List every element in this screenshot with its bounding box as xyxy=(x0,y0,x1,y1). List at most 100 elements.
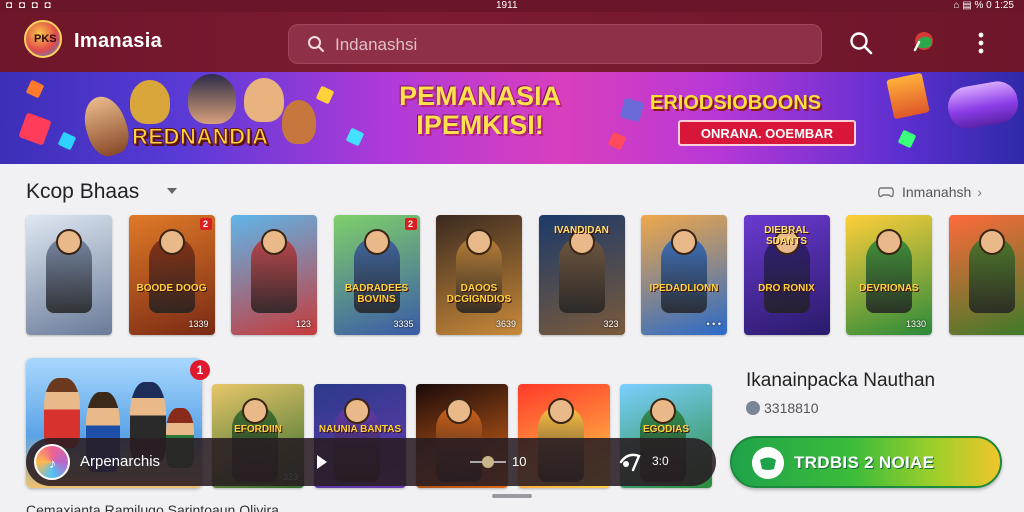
media-player-bar[interactable]: ♪ Arpenarchis 10 3:0 xyxy=(26,438,716,486)
banner-hero-figure xyxy=(282,100,316,144)
search-icon xyxy=(308,36,324,52)
game-card[interactable]: IVANDIDAN 323 xyxy=(538,215,625,335)
card-meta: 123 xyxy=(295,319,311,329)
see-all-label: Inmanahsh xyxy=(902,184,972,200)
banner-cylinder-decoration xyxy=(944,78,1022,132)
status-bar: ◘ ◘ ◘ ◘ 1911 ⌂ ▤ % 0 1:25 xyxy=(0,0,1024,12)
banner-gem-decoration xyxy=(25,79,45,99)
card-character-head xyxy=(466,229,492,255)
card-badge: 2 xyxy=(199,218,212,230)
card-title: DAOOS DCGIGNDIOS xyxy=(446,283,512,305)
banner-headline-line2: IPEMKISI! xyxy=(416,110,544,140)
card-top-title: DIEBRAL SDANTS xyxy=(764,225,809,247)
game-card[interactable] xyxy=(948,215,1024,335)
card-meta: 3335 xyxy=(393,319,414,329)
card-title: EGODIAS xyxy=(642,424,690,435)
app-header: PKS Imanasia xyxy=(0,12,1024,72)
download-count-icon xyxy=(746,401,760,415)
flag-icon[interactable] xyxy=(910,30,936,56)
card-character-head xyxy=(548,398,574,424)
banner-headline: PEMANASIA IPEMKISI! xyxy=(380,82,580,140)
card-title: EFORDIIN xyxy=(234,424,282,435)
card-title: NAUNIA BANTAS xyxy=(318,424,402,435)
status-right-icons: ⌂ ▤ % 0 1:25 xyxy=(953,0,1014,11)
banner-cube-decoration xyxy=(886,72,930,120)
banner-cube-decoration xyxy=(18,112,52,146)
player-time: 3:0 xyxy=(652,454,669,468)
app-root: ◘ ◘ ◘ ◘ 1911 ⌂ ▤ % 0 1:25 PKS Imanasia I… xyxy=(0,0,1024,512)
card-meta: 1330 xyxy=(905,319,926,329)
volume-slider[interactable] xyxy=(468,455,508,469)
card-character-head xyxy=(158,229,185,255)
home-indicator[interactable] xyxy=(492,494,532,498)
search-bar[interactable] xyxy=(288,24,822,64)
card-character-head xyxy=(261,229,287,255)
game-card[interactable]: DIEBRAL SDANTS DRO RONIX xyxy=(743,215,830,335)
banner-cube-decoration xyxy=(619,97,645,123)
player-track-name: Arpenarchis xyxy=(80,453,161,470)
card-title: IPEDADLIONN xyxy=(649,283,719,294)
search-input[interactable] xyxy=(335,33,805,57)
card-title: DEVRIONAS xyxy=(859,283,919,294)
banner-headline-line1: PEMANASIA xyxy=(398,81,561,111)
card-character-head xyxy=(363,229,390,255)
banner-left-title: REDNANDIA xyxy=(132,124,269,150)
card-title: BOODE DOOG xyxy=(136,283,207,294)
app-logo[interactable]: PKS xyxy=(24,20,62,58)
game-card[interactable]: 123 xyxy=(231,215,317,335)
featured-meta: 3318810 xyxy=(746,400,819,416)
card-top-title: IVANDIDAN xyxy=(554,225,609,236)
banner-gem-decoration xyxy=(57,131,77,151)
banner-promo-box: ONRANA. OOEMBAR xyxy=(678,120,856,146)
banner-hero-figure xyxy=(130,80,170,124)
cast-icon[interactable] xyxy=(618,450,642,472)
card-character-head xyxy=(56,229,82,255)
banner-hero-figure xyxy=(244,78,284,122)
card-meta: 323 xyxy=(603,319,619,329)
game-card[interactable] xyxy=(26,215,112,335)
gamepad-icon xyxy=(752,447,784,479)
featured-meta-value: 3318810 xyxy=(764,400,819,416)
game-card[interactable]: BADRADEES BOVINS 3335 2 xyxy=(333,215,420,335)
card-badge: 2 xyxy=(404,218,417,230)
volume-label: 10 xyxy=(512,454,527,469)
game-card[interactable]: DEVRIONAS 1330 xyxy=(846,215,932,335)
app-title: Imanasia xyxy=(74,30,163,52)
app-logo-text: PKS xyxy=(34,33,57,45)
card-title: DRO RONIX xyxy=(758,283,815,294)
search-button-icon[interactable] xyxy=(848,30,874,56)
banner-gem-decoration xyxy=(607,131,627,151)
see-all-link[interactable]: Inmanahsh › xyxy=(878,184,982,200)
music-app-icon[interactable]: ♪ xyxy=(34,444,70,480)
card-character-head xyxy=(344,398,370,424)
banner-hero-figure xyxy=(77,91,135,161)
status-time: 1911 xyxy=(496,0,518,11)
more-vertical-icon[interactable] xyxy=(968,30,994,56)
card-character-head xyxy=(978,229,1005,255)
music-app-glyph: ♪ xyxy=(49,455,56,471)
status-left-icons: ◘ ◘ ◘ ◘ xyxy=(6,0,53,11)
install-button[interactable]: TRDBIS 2 NOIAE xyxy=(730,436,1002,488)
card-character-head xyxy=(446,398,472,424)
play-icon[interactable] xyxy=(312,452,332,472)
card-title: BADRADEES BOVINS xyxy=(344,283,409,305)
game-card[interactable]: IPEDADLIONN • • • xyxy=(641,215,727,335)
section-title: Kcop Bhaas xyxy=(26,180,140,203)
controller-icon xyxy=(878,187,894,198)
featured-title: Ikanainpacka Nauthan xyxy=(746,370,936,391)
card-meta: • • • xyxy=(706,319,721,329)
install-button-label: TRDBIS 2 NOIAE xyxy=(794,453,935,472)
card-meta: 1339 xyxy=(188,319,209,329)
banner-promo-title: ERIODSIOBOONS xyxy=(650,92,822,114)
card-character-head xyxy=(671,229,697,255)
promo-banner[interactable]: REDNANDIA PEMANASIA IPEMKISI! ERIODSIOBO… xyxy=(0,72,1024,164)
card-character-head xyxy=(650,398,676,424)
game-card[interactable]: BOODE DOOG 1339 2 xyxy=(128,215,215,335)
featured-badge: 1 xyxy=(190,360,210,380)
banner-promo-subtitle: ONRANA. OOEMBAR xyxy=(700,126,834,141)
footer-caption: Cemaxianta Ramilugo Sarintoaun Olivira xyxy=(26,502,279,512)
game-card[interactable]: DAOOS DCGIGNDIOS 3639 xyxy=(436,215,522,335)
banner-gem-decoration xyxy=(315,85,335,105)
chevron-down-icon[interactable] xyxy=(166,186,178,196)
chevron-right-icon: › xyxy=(977,184,982,200)
